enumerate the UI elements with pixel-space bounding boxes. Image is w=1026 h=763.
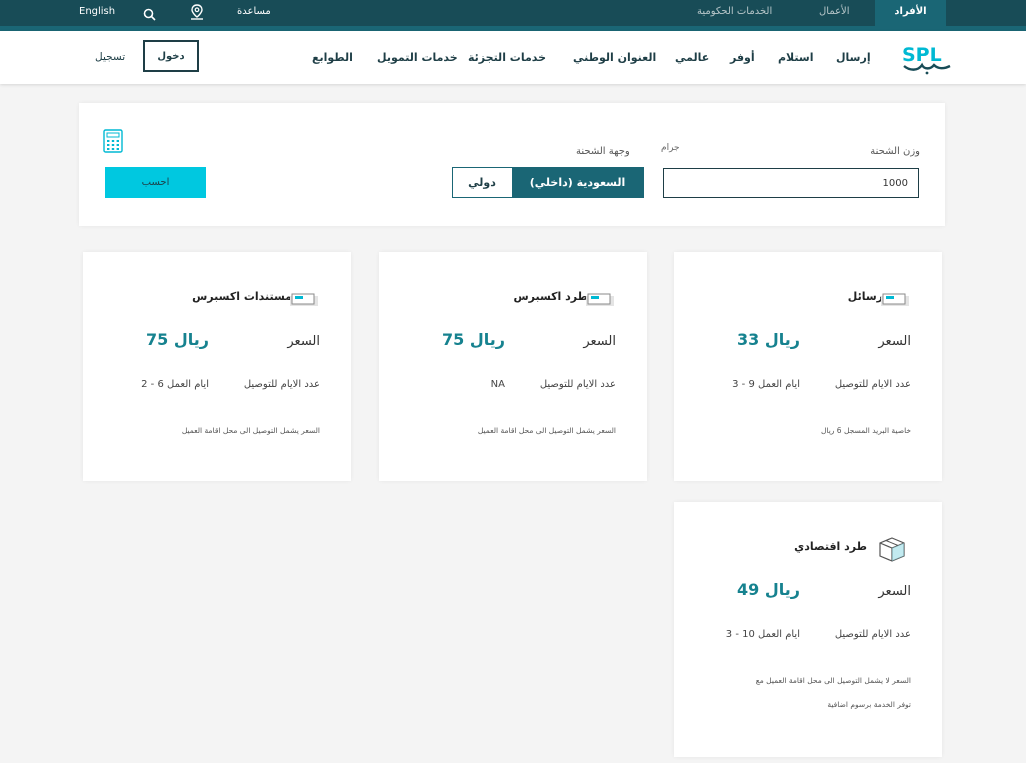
destination-international-option[interactable]: دولي (453, 168, 511, 197)
delivery-days-value: 3 - 9 ايام العمل (732, 379, 800, 390)
calculator-icon (103, 129, 123, 153)
card-title: طرد اقتصادي (794, 540, 867, 553)
destination-domestic-option[interactable]: السعودية (داخلي) (512, 168, 643, 197)
envelope-icon (290, 292, 318, 306)
price-value: 75 ريال (146, 330, 209, 349)
weight-input[interactable] (663, 168, 919, 198)
nav-stamps[interactable]: الطوابع (312, 51, 353, 64)
result-card-express-documents: مستندات اكسبرس السعر 75 ريال عدد الايام … (83, 252, 351, 481)
card-note: السعر يشمل التوصيل الى محل اقامة العميل (181, 426, 320, 435)
result-card-economy-parcel: طرد اقتصادي السعر 49 ريال عدد الايام للت… (674, 502, 942, 757)
card-title: مستندات اكسبرس (192, 290, 292, 303)
delivery-days-label: عدد الايام للتوصيل (834, 629, 911, 640)
spl-logo[interactable]: SPL (900, 39, 952, 75)
price-value: 49 ريال (737, 580, 800, 599)
login-button[interactable]: دخول (143, 40, 199, 72)
card-note: السعر يشمل التوصيل الى محل اقامة العميل (477, 426, 616, 435)
main-navbar: تسجيل دخول الطوابع خدمات التمويل خدمات ا… (0, 31, 1026, 84)
tab-government-services[interactable]: الخدمات الحكومية (697, 6, 772, 17)
delivery-days-label: عدد الايام للتوصيل (834, 379, 911, 390)
card-note: خاصية البريد المسجل 6 ريال (820, 426, 911, 435)
unit-label: جرام (661, 143, 680, 153)
envelope-icon (881, 292, 909, 306)
svg-text:SPL: SPL (902, 44, 942, 66)
price-label: السعر (287, 334, 320, 349)
shipping-calculator: وزن الشحنة جرام وجهة الشحنة دولي السعودي… (79, 103, 945, 226)
nav-national-address[interactable]: العنوان الوطني (573, 51, 656, 64)
card-note: السعر لا يشمل التوصيل الى محل اقامة العم… (755, 676, 911, 685)
destination-label: وجهة الشحنة (576, 146, 630, 157)
nav-send[interactable]: إرسال (836, 51, 871, 64)
tab-business[interactable]: الأعمال (819, 6, 850, 17)
card-note-continued: توفر الخدمة برسوم اضافية (827, 700, 911, 709)
card-title: رسائل (847, 290, 883, 303)
nav-offer[interactable]: أوفر (730, 51, 755, 64)
tab-individuals[interactable]: الأفراد (875, 0, 946, 26)
nav-retail-services[interactable]: خدمات التجزئة (468, 51, 546, 64)
search-icon[interactable] (143, 6, 156, 21)
price-value: 33 ريال (737, 330, 800, 349)
delivery-days-label: عدد الايام للتوصيل (243, 379, 320, 390)
result-card-letters: رسائل السعر 33 ريال عدد الايام للتوصيل 3… (674, 252, 942, 481)
delivery-days-value: 2 - 6 ايام العمل (141, 379, 209, 390)
location-pin-icon[interactable] (189, 4, 205, 21)
calculate-button[interactable]: احسب (105, 167, 206, 198)
box-icon (878, 536, 906, 562)
destination-toggle: دولي السعودية (داخلي) (452, 167, 644, 198)
envelope-icon (586, 292, 614, 306)
price-label: السعر (878, 334, 911, 349)
nav-finance-services[interactable]: خدمات التمويل (377, 51, 458, 64)
help-link[interactable]: مساعدة (237, 6, 271, 17)
nav-global[interactable]: عالمي (675, 51, 709, 64)
price-label: السعر (583, 334, 616, 349)
weight-label: وزن الشحنة (870, 146, 920, 157)
nav-receive[interactable]: استلام (778, 51, 814, 64)
delivery-days-label: عدد الايام للتوصيل (539, 379, 616, 390)
delivery-days-value: 3 - 10 ايام العمل (725, 629, 800, 640)
delivery-days-value: NA (490, 379, 505, 390)
card-title: طرد اكسبرس (513, 290, 588, 303)
price-label: السعر (878, 584, 911, 599)
register-link[interactable]: تسجيل (95, 51, 125, 63)
language-switch-link[interactable]: English (79, 6, 115, 17)
result-card-express-parcel: طرد اكسبرس السعر 75 ريال عدد الايام للتو… (379, 252, 647, 481)
price-value: 75 ريال (442, 330, 505, 349)
